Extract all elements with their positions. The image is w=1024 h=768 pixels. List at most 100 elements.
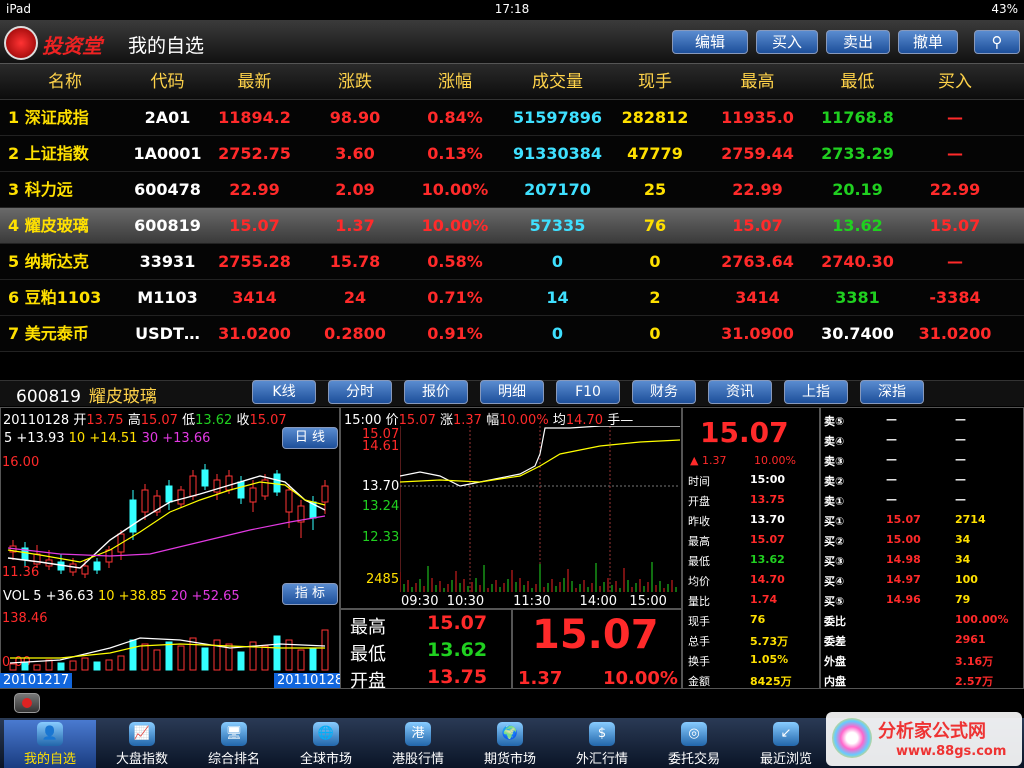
volume-bar (309, 647, 317, 671)
table-row[interactable]: 7 美元泰币 USDT… 31.0200 0.2800 0.91% 0 0 31.0900 30… (0, 316, 1024, 352)
candle (93, 561, 101, 571)
col-code[interactable]: 代码 (120, 64, 215, 100)
nav-item-3[interactable]: 🌐 全球市场 (280, 720, 372, 768)
nav-item-6[interactable]: $ 外汇行情 (556, 720, 648, 768)
col-pct[interactable]: 涨幅 (410, 64, 500, 100)
stock-header: 600819 耀皮玻璃 (16, 382, 157, 407)
tick-x1: 09:30 (401, 594, 439, 609)
tab-8[interactable]: 深指 (860, 380, 924, 404)
kline-chart (7, 464, 329, 578)
tab-3[interactable]: 明细 (480, 380, 544, 404)
table-cell: 0.91% (427, 324, 483, 343)
search-button[interactable]: ⚲ (974, 30, 1020, 54)
tick-vol-label: 2485 (366, 572, 400, 587)
quote-value: 8425万 (750, 675, 792, 688)
big-pct: 10.00% (603, 668, 678, 689)
nav-item-7[interactable]: ◎ 委托交易 (648, 720, 740, 768)
table-row[interactable]: 6 豆粕1103 M1103 3414 24 0.71% 14 2 3414 3381 -3384 (0, 280, 1024, 316)
table-row[interactable]: 3 科力远 600478 22.99 2.09 10.00% 207170 25 22.99 2… (0, 172, 1024, 208)
col-low[interactable]: 最低 (810, 64, 905, 100)
tab-4[interactable]: F10 (556, 380, 620, 404)
book-cell: 委差 (824, 635, 846, 648)
tab-2[interactable]: 报价 (404, 380, 468, 404)
nav-item-5[interactable]: 🌍 期货市场 (464, 720, 556, 768)
table-cell: 2 上证指数 (8, 144, 89, 163)
collapse-button[interactable] (14, 693, 40, 713)
volume-bar (297, 649, 305, 671)
ma10-label: 10 +14.51 (68, 431, 138, 446)
flower-logo-icon (832, 718, 872, 758)
tab-1[interactable]: 分时 (328, 380, 392, 404)
col-high[interactable]: 最高 (710, 64, 805, 100)
cancel-order-button[interactable]: 撤单 (898, 30, 958, 54)
buy-button[interactable]: 买入 (756, 30, 818, 54)
tab-6[interactable]: 资讯 (708, 380, 772, 404)
col-bid[interactable]: 买入 (910, 64, 1000, 100)
col-name[interactable]: 名称 (20, 64, 110, 100)
table-row[interactable]: 1 深证成指 2A01 11894.2 98.90 0.84% 51597896 28281… (0, 100, 1024, 136)
quote-label: 开盘 (688, 495, 710, 508)
volume-bar (273, 635, 281, 671)
nav-icon: 港 (405, 722, 431, 746)
table-row[interactable]: 2 上证指数 1A0001 2752.75 3.60 0.13% 91330384 4777… (0, 136, 1024, 172)
table-cell: 0 (551, 324, 564, 343)
col-last[interactable]: 最新 (212, 64, 297, 100)
table-cell: — (947, 252, 963, 271)
nav-label: 最近浏览 (759, 752, 812, 767)
nav-item-8[interactable]: ↙ 最近浏览 (740, 720, 832, 768)
kline-close-label: 收 (236, 413, 250, 428)
col-hand[interactable]: 现手 (610, 64, 700, 100)
tick-y3: 13.70 (362, 479, 400, 494)
table-cell: USDT… (135, 324, 200, 343)
col-volume[interactable]: 成交量 (505, 64, 610, 100)
book-cell: 34 (955, 533, 971, 546)
book-cell: 15.00 (886, 533, 921, 546)
quote-label: 现手 (688, 615, 710, 628)
table-cell: 31.0200 (918, 324, 992, 343)
big-change: 1.37 (518, 668, 563, 689)
tab-7[interactable]: 上指 (784, 380, 848, 404)
quote-value: 15.07 (750, 533, 785, 546)
book-cell: — (886, 473, 897, 486)
edit-button[interactable]: 编辑 (672, 30, 748, 54)
sell-button[interactable]: 卖出 (826, 30, 890, 54)
tab-5[interactable]: 财务 (632, 380, 696, 404)
book-cell: 卖② (824, 475, 845, 488)
book-cell: 委比 (824, 615, 846, 628)
vol5-label: 5 +36.63 (33, 589, 94, 604)
table-cell: 31.0200 (218, 324, 291, 343)
book-cell: 买② (824, 535, 845, 548)
quote-label: 金额 (688, 675, 710, 688)
book-cell: 卖③ (824, 455, 845, 468)
tab-0[interactable]: K线 (252, 380, 316, 404)
table-cell: 13.62 (832, 216, 883, 235)
tick-y2: 14.61 (362, 439, 400, 454)
quote-value: 14.70 (750, 573, 785, 586)
quote-value: 15:00 (750, 473, 786, 486)
table-row[interactable]: 4 耀皮玻璃 600819 15.07 1.37 10.00% 57335 76 15.07 1… (0, 208, 1024, 244)
summary-low-label: 最低 (350, 644, 386, 665)
nav-item-1[interactable]: 📈 大盘指数 (96, 720, 188, 768)
table-cell: 10.00% (421, 180, 489, 199)
page-title: 我的自选 (128, 35, 205, 57)
table-cell: 11894.2 (218, 108, 291, 127)
indicator-button[interactable]: 指 标 (282, 583, 338, 605)
book-cell: — (955, 473, 966, 486)
table-cell: 31.0900 (721, 324, 794, 343)
nav-item-0[interactable]: 👤 我的自选 (4, 720, 96, 768)
nav-item-2[interactable]: 🖥 综合排名 (188, 720, 280, 768)
kline-date: 20110128 (3, 413, 70, 428)
daily-line-button[interactable]: 日 线 (282, 427, 338, 449)
candle (321, 485, 329, 503)
volume-bar (93, 661, 101, 671)
search-icon: ⚲ (991, 33, 1003, 51)
table-cell: 2 (649, 288, 661, 307)
table-cell: 6 豆粕1103 (8, 288, 102, 307)
col-change[interactable]: 涨跌 (310, 64, 400, 100)
nav-item-4[interactable]: 港港股行情 (372, 720, 464, 768)
table-cell: 1A0001 (133, 144, 202, 163)
book-cell: 3.16万 (955, 655, 994, 668)
table-row[interactable]: 5 纳斯达克 33931 2755.28 15.78 0.58% 0 0 2763.64 274… (0, 244, 1024, 280)
volume-chart (9, 629, 329, 671)
bull-logo-icon (4, 26, 38, 60)
